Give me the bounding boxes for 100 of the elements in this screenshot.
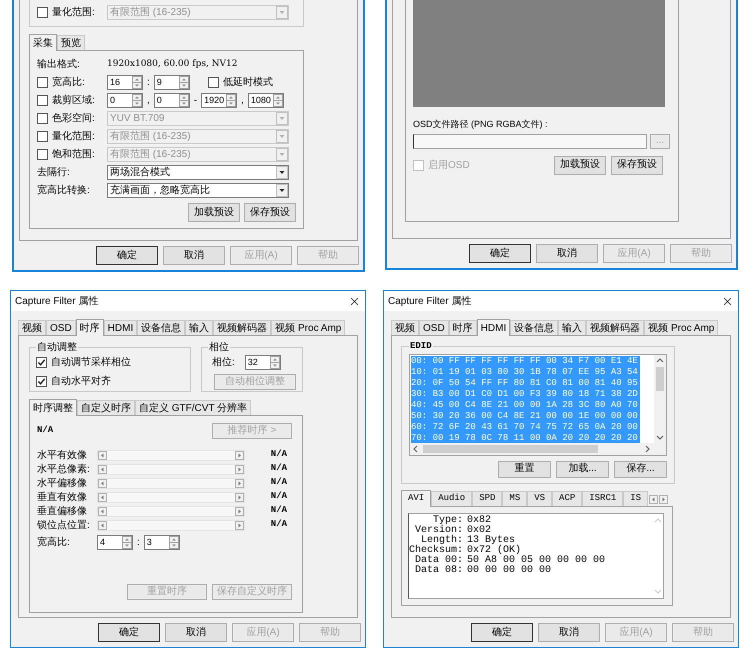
checkbox[interactable] <box>208 77 219 88</box>
field-value: 00 00 00 00 00 <box>467 566 552 576</box>
preset-button[interactable]: 加载预设 <box>188 203 240 222</box>
tab[interactable]: OSD <box>419 320 449 335</box>
slider-track[interactable] <box>97 520 245 530</box>
tab[interactable]: Audio <box>431 490 472 506</box>
dialog-button[interactable]: 取消 <box>163 246 225 265</box>
tab[interactable]: 设备信息 <box>137 320 186 335</box>
spin-arrows-icon[interactable] <box>226 94 236 107</box>
dialog-button[interactable]: 确定 <box>471 623 533 642</box>
slider-track[interactable] <box>97 464 245 474</box>
tab[interactable]: IS <box>623 490 648 506</box>
spin-arrows-icon[interactable] <box>178 76 189 89</box>
tab[interactable]: 采集 <box>29 34 57 51</box>
edid-button[interactable]: 重置 <box>498 460 551 478</box>
spin-field[interactable]: 3 <box>144 535 180 550</box>
dialog-button[interactable]: 确定 <box>96 246 158 265</box>
edid-button[interactable]: 保存... <box>614 460 667 478</box>
field-label: Data 00: <box>414 556 463 566</box>
vertical-scrollbar[interactable] <box>654 354 666 442</box>
tab[interactable]: 时序 <box>76 319 104 336</box>
tab[interactable]: 时序 <box>448 320 477 335</box>
spin-arrows-icon[interactable] <box>270 356 280 369</box>
field-label: 相位: <box>212 356 235 370</box>
slider-reading: N/A <box>270 504 287 518</box>
tab[interactable]: 输入 <box>185 320 214 335</box>
tab[interactable]: HDMI <box>476 319 510 336</box>
tab[interactable]: ISRC1 <box>582 490 624 506</box>
checkbox[interactable] <box>37 77 48 88</box>
spin-field[interactable]: 4 <box>97 535 133 550</box>
tab[interactable]: 自定义时序 <box>77 400 135 415</box>
field-label: Type: <box>432 516 463 526</box>
status-text: N/A <box>37 424 54 438</box>
group-title: 自动调整 <box>36 341 78 355</box>
slider-track[interactable] <box>97 450 245 460</box>
tab[interactable]: VS <box>527 490 552 506</box>
slider-reading: N/A <box>270 518 287 532</box>
spin-arrows-icon[interactable] <box>122 536 132 549</box>
slider-track[interactable] <box>97 478 245 488</box>
spin-arrows-icon[interactable] <box>272 94 283 107</box>
window-title: Capture Filter 属性 <box>15 294 98 308</box>
field-value: 0x02 <box>467 526 492 536</box>
spin-field[interactable]: 0 <box>107 93 143 108</box>
dialog-button[interactable]: 取消 <box>536 244 598 263</box>
dialog-button[interactable]: 确定 <box>98 623 160 642</box>
horizontal-scrollbar[interactable] <box>410 442 666 454</box>
slider-track[interactable] <box>97 492 245 502</box>
tab[interactable]: HDMI <box>104 320 138 335</box>
spin-arrows-icon[interactable] <box>132 94 142 107</box>
spin-arrows-icon[interactable] <box>178 94 189 107</box>
slider-track[interactable] <box>97 506 245 516</box>
preset-button[interactable]: 保存预设 <box>611 156 663 174</box>
tab[interactable]: 设备信息 <box>510 320 558 335</box>
spin-field[interactable]: 1080 <box>248 93 284 108</box>
slider-reading: N/A <box>270 462 287 476</box>
slider-reading: N/A <box>270 476 287 490</box>
checkbox[interactable] <box>37 95 48 106</box>
slider-label: 垂直偏移像 <box>37 504 88 518</box>
tab[interactable]: 时序调整 <box>29 399 77 416</box>
dropdown[interactable]: 充满画面，忽略宽高比 <box>107 183 289 198</box>
tab[interactable]: 输入 <box>558 320 586 335</box>
spin-field[interactable]: 9 <box>154 75 190 90</box>
tab[interactable]: 视频 <box>391 320 419 335</box>
edid-list[interactable] <box>409 354 667 456</box>
dropdown[interactable]: 两场混合模式 <box>107 165 289 180</box>
tab[interactable]: 视频解码器 <box>213 320 272 335</box>
spin-field[interactable]: 32 <box>244 355 281 370</box>
checkbox[interactable] <box>36 357 47 368</box>
tab[interactable]: 视频 <box>18 320 46 335</box>
preset-button[interactable]: 保存预设 <box>244 203 296 222</box>
checkbox-label: 启用OSD <box>428 158 470 172</box>
vertical-scrollbar[interactable] <box>653 516 663 596</box>
tab[interactable]: ACP <box>552 490 582 506</box>
slider-reading: N/A <box>270 448 287 462</box>
spin-arrows-icon[interactable] <box>132 76 142 89</box>
slider-label: 水平总像素: <box>37 462 91 476</box>
tab[interactable]: 视频解码器 <box>586 320 644 335</box>
tab[interactable]: SPD <box>472 490 502 506</box>
slider-label: 水平有效像 <box>37 448 88 462</box>
spin-arrows-icon[interactable] <box>168 536 179 549</box>
tab[interactable]: MS <box>502 490 528 506</box>
checkbox[interactable] <box>36 376 47 387</box>
tab[interactable]: 视频 Proc Amp <box>271 320 346 335</box>
infoframe-text-area[interactable]: Type: 0x82 Version: 0x02 Length: 13 Bytes Checksum: 0x72 (OK) Data 00: 50 A8 00 05 00 00 00 00 Data 08: 00 00 00 00 00 <box>408 512 664 598</box>
tab[interactable]: AVI <box>401 490 432 506</box>
edid-button[interactable]: 加载... <box>556 460 609 478</box>
path-input-field[interactable] <box>413 134 647 148</box>
dialog-button[interactable]: 确定 <box>469 244 531 263</box>
spin-field[interactable]: 0 <box>154 93 190 108</box>
tab[interactable]: OSD <box>46 320 76 335</box>
dialog-button[interactable]: 取消 <box>538 623 600 642</box>
preset-button[interactable]: 加载预设 <box>554 156 606 174</box>
dialog-button[interactable]: 取消 <box>165 623 227 642</box>
tab[interactable]: 自定义 GTF/CVT 分辨率 <box>135 400 252 415</box>
spin-field[interactable]: 1920 <box>201 93 238 108</box>
tab[interactable]: 视频 Proc Amp <box>644 320 718 335</box>
field-label: 裁剪区域: <box>52 94 95 108</box>
spin-field[interactable]: 16 <box>107 75 143 90</box>
tab[interactable]: 预览 <box>57 35 85 50</box>
separator: , <box>241 94 244 108</box>
